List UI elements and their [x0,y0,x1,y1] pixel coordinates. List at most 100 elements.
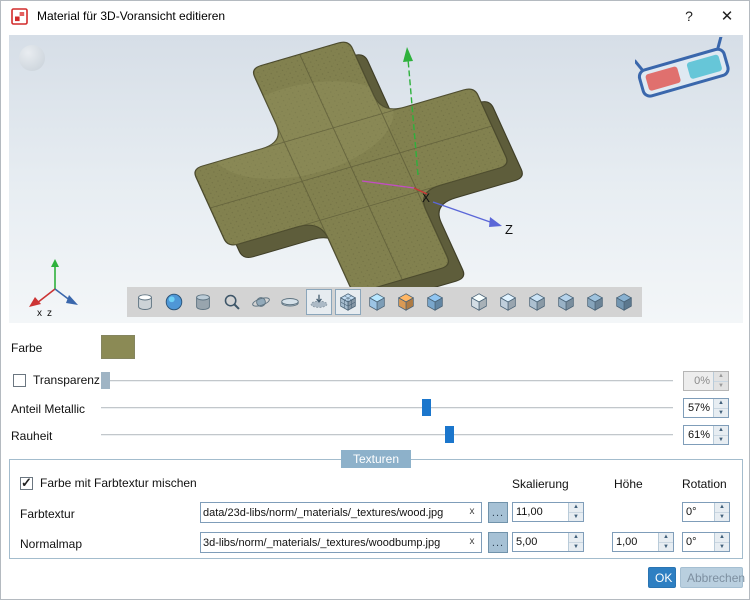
farbtextur-path-field: x [200,502,482,523]
transparenz-slider[interactable] [101,372,673,389]
axis-z-arrow [489,217,502,227]
metallic-value[interactable]: 57% [684,399,713,417]
normalmap-path-input[interactable] [201,536,466,549]
zoom-icon[interactable] [219,289,245,315]
farbtextur-rotation-value[interactable]: 0° [683,503,714,521]
normalmap-skalierung-value[interactable]: 5,00 [513,533,568,551]
hoehe-header: Höhe [614,477,643,491]
spin-down-button[interactable]: ▼ [714,407,728,417]
toolbar-separator [451,289,463,315]
axis-z-label: Z [505,222,513,237]
farbtextur-rotation-field[interactable]: 0° ▲ ▼ [682,502,730,522]
spin-up-button[interactable]: ▲ [714,372,728,381]
slider-track[interactable] [101,434,673,436]
light-preset-3-icon[interactable] [524,289,550,315]
window-title: Material für 3D-Voransicht editieren [37,9,226,23]
rauheit-label: Rauheit [11,429,53,443]
ok-button[interactable]: OK [648,567,676,588]
shape-cube-icon[interactable] [190,289,216,315]
normalmap-hoehe-value[interactable]: 1,00 [613,533,658,551]
spin-down-button[interactable]: ▼ [569,511,583,521]
slider-handle[interactable] [422,399,432,416]
mesh-cube-icon[interactable] [335,289,361,315]
slider-handle[interactable] [101,372,110,389]
spin-up-button[interactable]: ▲ [714,426,728,435]
orientation-axes-icon: x z [29,259,78,317]
farbtextur-browse-button[interactable]: ... [488,502,508,523]
spin-down-button[interactable]: ▼ [714,434,728,444]
clip-plane-icon[interactable] [306,289,332,315]
spin-up-button[interactable]: ▲ [659,533,673,542]
rauheit-slider[interactable] [101,426,673,443]
light-preset-4-icon[interactable] [553,289,579,315]
light-preset-6-icon[interactable] [611,289,637,315]
metallic-slider[interactable] [101,399,673,416]
transparenz-checkbox[interactable] [13,373,26,387]
preview-3d-viewport[interactable]: X Z x z [9,35,743,323]
normalmap-hoehe-field[interactable]: 1,00 ▲ ▼ [612,532,674,552]
mix-color-texture-checkbox[interactable] [20,475,33,491]
spin-up-button[interactable]: ▲ [715,533,729,542]
farbtextur-skalierung-field[interactable]: 11,00 ▲ ▼ [512,502,584,522]
mini-axis-x-label: x [37,308,42,317]
axis-z-line [432,201,494,224]
shaded-cube-icon[interactable] [422,289,448,315]
spin-up-button[interactable]: ▲ [569,533,583,542]
anaglyph-glasses-icon[interactable] [635,37,735,111]
spin-up-button[interactable]: ▲ [714,399,728,408]
farbtextur-path-input[interactable] [201,506,466,519]
farbe-label: Farbe [11,341,43,355]
normalmap-clear-button[interactable]: x [466,536,481,549]
spin-up-button[interactable]: ▲ [715,503,729,512]
help-button[interactable]: ? [673,1,705,31]
slider-track[interactable] [101,407,673,409]
textured-cube-icon[interactable] [393,289,419,315]
transparent-cube-icon[interactable] [364,289,390,315]
light-preset-5-icon[interactable] [582,289,608,315]
farbtextur-label: Farbtextur [20,507,75,521]
normalmap-skalierung-field[interactable]: 5,00 ▲ ▼ [512,532,584,552]
shape-sphere-icon[interactable] [161,289,187,315]
spin-down-button[interactable]: ▼ [715,511,729,521]
normalmap-label: Normalmap [20,537,83,551]
spin-down-button[interactable]: ▼ [714,380,728,390]
transparenz-value-field: 0% ▲ ▼ [683,371,729,391]
spin-down-button[interactable]: ▼ [659,541,673,551]
mix-color-texture-row[interactable]: Farbe mit Farbtextur mischen [20,475,197,491]
transparenz-label: Transparenz [33,373,100,387]
app-logo-icon [11,7,28,25]
spin-down-button[interactable]: ▼ [569,541,583,551]
rotation-header: Rotation [682,477,727,491]
normalmap-rotation-value[interactable]: 0° [683,533,714,551]
light-preset-1-icon[interactable] [466,289,492,315]
shape-cylinder-icon[interactable] [132,289,158,315]
spin-up-button[interactable]: ▲ [569,503,583,512]
texturen-group: Texturen Farbe mit Farbtextur mischen Sk… [9,450,743,559]
normalmap-path-field: x [200,532,482,553]
transparenz-checkbox-row[interactable]: Transparenz [13,373,100,387]
texturen-group-title: Texturen [340,450,412,468]
cancel-button[interactable]: Abbrechen [680,567,745,588]
axis-y-arrow [403,47,413,62]
rauheit-value[interactable]: 61% [684,426,713,444]
slider-track[interactable] [101,380,673,382]
turntable-icon[interactable] [277,289,303,315]
mini-axis-z-label: z [47,308,52,317]
farbtextur-clear-button[interactable]: x [466,506,481,519]
slider-handle[interactable] [444,426,454,443]
color-swatch[interactable] [101,335,135,359]
rauheit-value-field[interactable]: 61% ▲ ▼ [683,425,729,445]
mix-color-texture-label: Farbe mit Farbtextur mischen [40,476,197,490]
light-preset-2-icon[interactable] [495,289,521,315]
farbtextur-skalierung-value[interactable]: 11,00 [513,503,568,521]
metallic-value-field[interactable]: 57% ▲ ▼ [683,398,729,418]
normalmap-rotation-field[interactable]: 0° ▲ ▼ [682,532,730,552]
close-button[interactable]: ✕ [711,1,743,31]
transparenz-value: 0% [694,375,710,387]
orbit-icon[interactable] [248,289,274,315]
preview-scene: X Z [158,35,544,321]
spin-down-button[interactable]: ▼ [715,541,729,551]
material-preview-object [158,35,544,321]
skalierung-header: Skalierung [512,477,569,491]
normalmap-browse-button[interactable]: ... [488,532,508,553]
